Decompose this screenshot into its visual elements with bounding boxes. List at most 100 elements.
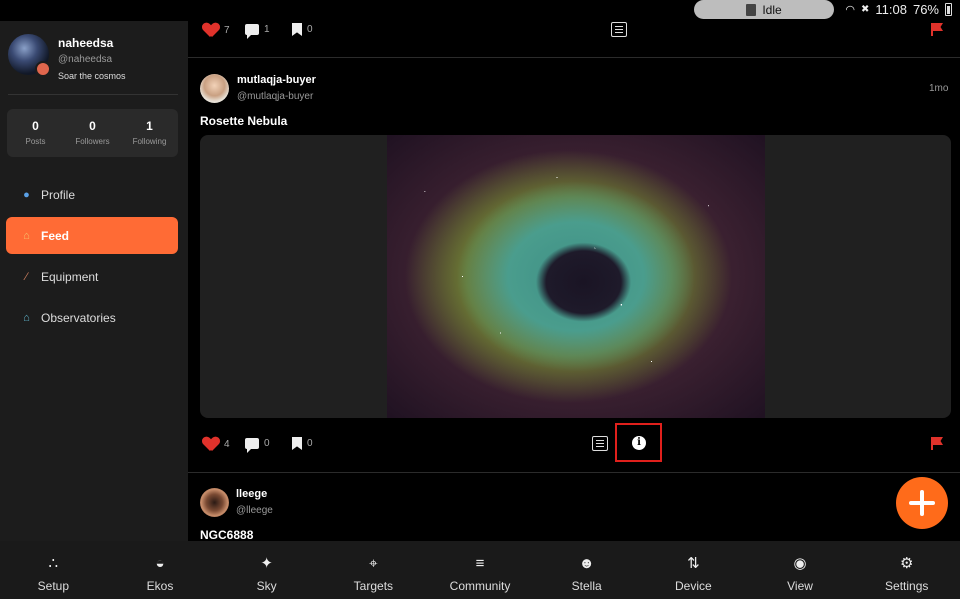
book-icon bbox=[746, 3, 757, 16]
profile-bio: Soar the cosmos bbox=[58, 71, 126, 81]
tab-sky[interactable]: ✦ Sky bbox=[213, 541, 320, 599]
divider bbox=[188, 472, 960, 473]
status-pill-text: Idle bbox=[762, 2, 782, 17]
details-button[interactable] bbox=[611, 22, 627, 37]
tab-device[interactable]: ⇅ Device bbox=[640, 541, 747, 599]
battery-percent: 76% bbox=[912, 2, 939, 17]
info-icon: i bbox=[632, 436, 646, 450]
tab-label: Stella bbox=[571, 579, 602, 593]
stat-following[interactable]: 1 Following bbox=[121, 109, 178, 157]
stat-label: Posts bbox=[25, 137, 46, 146]
tab-settings[interactable]: ⚙ Settings bbox=[853, 541, 960, 599]
report-button[interactable] bbox=[931, 437, 943, 450]
bottom-nav: ∴ Setup ◒ Ekos ✦ Sky ⌖ Targets ≡ Communi… bbox=[0, 541, 960, 599]
bookmark-icon bbox=[292, 437, 302, 450]
avatar[interactable] bbox=[200, 488, 229, 517]
home-icon: ⌂ bbox=[23, 229, 30, 242]
list-icon bbox=[592, 436, 608, 451]
like-count: 4 bbox=[224, 438, 230, 450]
tab-label: Targets bbox=[353, 579, 394, 593]
add-post-button[interactable] bbox=[896, 477, 948, 529]
crosshair-icon: ⌖ bbox=[369, 554, 378, 572]
stat-posts[interactable]: 0 Posts bbox=[7, 109, 64, 157]
list-icon bbox=[611, 22, 627, 37]
post-handle: @mutlaqja-buyer bbox=[237, 91, 314, 102]
eye-icon: ◉ bbox=[793, 555, 807, 572]
telescope-icon: ∕ bbox=[25, 270, 28, 283]
sidebar-item-label: Observatories bbox=[41, 310, 116, 325]
battery-icon bbox=[945, 3, 952, 16]
tab-label: View bbox=[787, 579, 813, 593]
post-username[interactable]: mutlaqja-buyer bbox=[237, 74, 316, 86]
stat-label: Following bbox=[132, 137, 167, 146]
tab-label: Settings bbox=[885, 579, 929, 593]
stat-label: Followers bbox=[75, 137, 110, 146]
report-button[interactable] bbox=[931, 23, 943, 36]
comment-icon bbox=[245, 24, 259, 39]
status-pill[interactable]: Idle bbox=[694, 0, 834, 19]
tab-setup[interactable]: ∴ Setup bbox=[0, 541, 107, 599]
avatar[interactable] bbox=[8, 34, 51, 77]
tab-label: Device bbox=[675, 579, 712, 593]
tab-stella[interactable]: ☻ Stella bbox=[533, 541, 640, 599]
post-title: Rosette Nebula bbox=[200, 114, 288, 128]
post-actions: 4 0 0 bbox=[188, 435, 960, 465]
tab-targets[interactable]: ⌖ Targets bbox=[320, 541, 427, 599]
share-nodes-icon: ∴ bbox=[48, 555, 59, 572]
sidebar-item-label: Profile bbox=[41, 187, 76, 202]
stat-value: 0 bbox=[89, 119, 96, 133]
tab-label: Setup bbox=[37, 579, 70, 593]
bookmark-button[interactable]: 0 bbox=[292, 437, 313, 450]
sidebar: naheedsa @naheedsa Soar the cosmos 0 Pos… bbox=[0, 21, 188, 541]
stat-value: 1 bbox=[146, 119, 153, 133]
details-button[interactable] bbox=[592, 436, 608, 451]
avatar[interactable] bbox=[200, 74, 229, 103]
post-username[interactable]: lleege bbox=[236, 488, 267, 500]
post-handle: @lleege bbox=[236, 505, 273, 516]
sparkle-icon: ✦ bbox=[260, 555, 273, 572]
dome-icon: ◒ bbox=[155, 554, 165, 572]
post-image[interactable] bbox=[387, 135, 765, 418]
wifi-icon: ◠ bbox=[845, 4, 855, 16]
post-title: NGC6888 bbox=[200, 528, 254, 541]
sidebar-item-observatories[interactable]: ⌂ Observatories bbox=[6, 299, 178, 336]
post-image-card[interactable] bbox=[200, 135, 951, 418]
tab-ekos[interactable]: ◒ Ekos bbox=[107, 541, 214, 599]
tab-label: Sky bbox=[256, 579, 277, 593]
tab-view[interactable]: ◉ View bbox=[747, 541, 854, 599]
comment-icon bbox=[245, 438, 259, 453]
stat-followers[interactable]: 0 Followers bbox=[64, 109, 121, 157]
comment-count: 0 bbox=[264, 438, 270, 449]
system-tray: ◠ ✖ 11:08 76% bbox=[845, 2, 952, 17]
comment-button[interactable]: 0 bbox=[245, 438, 270, 453]
post-time: 1mo bbox=[929, 83, 949, 94]
bookmark-count: 0 bbox=[307, 24, 313, 35]
divider bbox=[8, 94, 178, 95]
profile-stats: 0 Posts 0 Followers 1 Following bbox=[7, 109, 178, 157]
feed[interactable]: 7 1 0 mutlaqja-buyer @mutlaqja-buyer 1mo… bbox=[188, 21, 960, 541]
bookmark-button[interactable]: 0 bbox=[292, 23, 313, 36]
clock: 11:08 bbox=[875, 2, 907, 17]
sidebar-item-equipment[interactable]: ∕ Equipment bbox=[6, 258, 178, 295]
tab-community[interactable]: ≡ Community bbox=[427, 541, 534, 599]
heart-icon bbox=[203, 23, 219, 37]
sidebar-item-feed[interactable]: ⌂ Feed bbox=[6, 217, 178, 254]
info-button[interactable]: i bbox=[615, 423, 662, 462]
stat-value: 0 bbox=[32, 119, 39, 133]
comment-count: 1 bbox=[264, 24, 270, 35]
sidebar-item-profile[interactable]: ● Profile bbox=[6, 176, 178, 213]
flag-icon bbox=[931, 437, 943, 450]
status-bar: Idle ◠ ✖ 11:08 76% bbox=[0, 0, 960, 21]
people-icon: ≡ bbox=[475, 554, 485, 572]
flag-icon bbox=[931, 23, 943, 36]
bookmark-count: 0 bbox=[307, 438, 313, 449]
like-count: 7 bbox=[224, 24, 230, 36]
no-signal-icon: ✖ bbox=[861, 4, 870, 15]
bookmark-icon bbox=[292, 23, 302, 36]
like-button[interactable]: 4 bbox=[203, 437, 230, 451]
comment-button[interactable]: 1 bbox=[245, 24, 270, 39]
profile-handle: @naheedsa bbox=[58, 54, 113, 65]
profile-name: naheedsa bbox=[58, 36, 114, 50]
like-button[interactable]: 7 bbox=[203, 23, 230, 37]
observatory-icon: ⌂ bbox=[23, 311, 30, 324]
